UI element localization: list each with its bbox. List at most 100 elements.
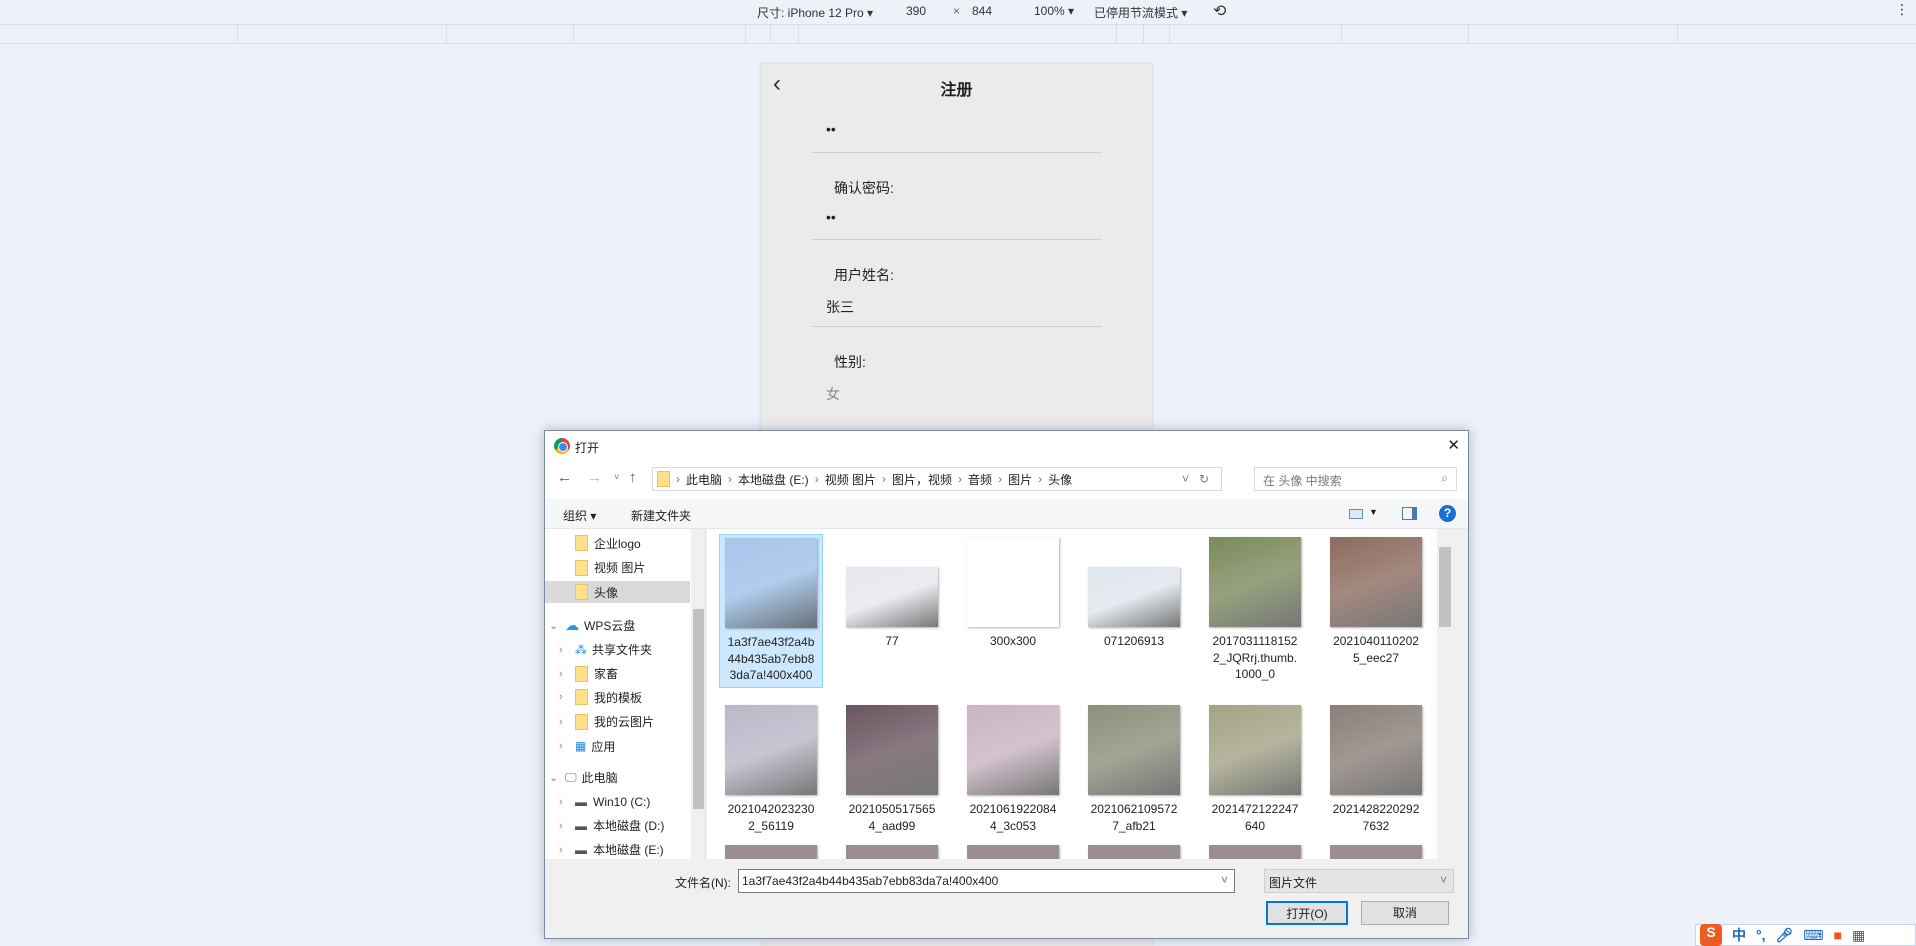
file-item[interactable]: 20170311181522_JQRrj.thumb.1000_0	[1203, 534, 1307, 686]
microphone-icon[interactable]: 🎤︎	[1776, 927, 1794, 944]
width-input[interactable]: 390	[906, 4, 926, 18]
ime-mode[interactable]: 中	[1732, 925, 1746, 945]
scroll-thumb[interactable]	[1439, 547, 1451, 627]
chevron-right-icon[interactable]: ›	[559, 740, 563, 752]
scroll-thumb[interactable]	[693, 609, 704, 809]
file-item[interactable]: 20210401102025_eec27	[1324, 534, 1428, 669]
chevron-right-icon[interactable]: ›	[559, 844, 563, 856]
image-thumbnail	[846, 705, 938, 795]
close-button[interactable]: ✕	[1447, 436, 1460, 454]
view-options-icon[interactable]	[1349, 509, 1363, 519]
ime-punct[interactable]: °,	[1756, 927, 1766, 943]
height-input[interactable]: 844	[972, 4, 992, 18]
nav-item[interactable]: 企业logo	[545, 532, 690, 554]
chevron-right-icon[interactable]: ›	[559, 691, 563, 703]
file-item[interactable]: 071206913	[1082, 534, 1186, 653]
image-thumbnail	[846, 567, 938, 627]
more-icon[interactable]: ⋮	[1895, 1, 1909, 18]
file-item[interactable]: 20210621095727_afb21	[1082, 702, 1186, 837]
password-input[interactable]: ••	[826, 121, 836, 137]
file-grid-scrollbar[interactable]	[1437, 529, 1453, 859]
file-item[interactable]: 1a3f7ae43f2a4b44b435ab7ebb83da7a!400x400	[719, 534, 823, 688]
chevron-right-icon[interactable]: ›	[559, 668, 563, 680]
nav-item[interactable]: › 家畜	[545, 663, 690, 685]
nav-item[interactable]: ⌄ 🖵︎ 此电脑	[545, 767, 690, 789]
view-dropdown-icon[interactable]: ▼	[1369, 507, 1378, 517]
image-thumbnail	[725, 538, 817, 628]
image-thumbnail[interactable]	[846, 845, 938, 859]
file-item[interactable]: 20214282202927632	[1324, 702, 1428, 837]
confirm-password-input[interactable]: ••	[826, 209, 836, 225]
search-input[interactable]: 在 头像 中搜索 ⌕	[1254, 467, 1457, 491]
image-thumbnail[interactable]	[1088, 845, 1180, 859]
image-thumbnail[interactable]	[1209, 845, 1301, 859]
nav-scrollbar[interactable]	[691, 529, 705, 859]
preview-pane-icon[interactable]	[1402, 507, 1417, 520]
toolbox-icon[interactable]: ▦	[1852, 927, 1865, 944]
nav-item[interactable]: › 我的云图片	[545, 711, 690, 733]
nav-item[interactable]: ⌄ ☁ WPS云盘	[545, 614, 690, 636]
image-thumbnail[interactable]	[1330, 845, 1422, 859]
open-button[interactable]: 打开(O)	[1266, 901, 1348, 925]
filename-input[interactable]: 1a3f7ae43f2a4b44b435ab7ebb83da7a!400x400…	[738, 869, 1235, 893]
file-name: 20210619220844_3c053	[969, 802, 1057, 833]
chevron-down-icon[interactable]: ˅	[1221, 873, 1228, 887]
nav-item[interactable]: › ▬ Win10 (C:)	[545, 791, 690, 813]
nav-item[interactable]: › ▬ 本地磁盘 (E:)	[545, 839, 690, 859]
breadcrumb-item[interactable]: 视频 图片	[825, 471, 876, 488]
name-input[interactable]: 张三	[826, 297, 854, 317]
nav-item[interactable]: 视频 图片	[545, 557, 690, 579]
recent-dropdown-icon[interactable]: ˅	[614, 472, 619, 482]
cancel-button[interactable]: 取消	[1361, 901, 1449, 925]
device-select[interactable]: 尺寸: iPhone 12 Pro ▾	[757, 4, 873, 21]
image-thumbnail	[725, 705, 817, 795]
back-arrow-icon[interactable]: ←	[557, 469, 572, 486]
address-bar[interactable]: › 此电脑 › 本地磁盘 (E:) › 视频 图片 › 图片，视频 › 音频 › 图片 › …	[652, 467, 1222, 491]
image-thumbnail[interactable]	[967, 845, 1059, 859]
new-folder-button[interactable]: 新建文件夹	[631, 507, 691, 524]
up-arrow-icon[interactable]: ↑	[629, 469, 637, 486]
file-name: 20170311181522_JQRrj.thumb.1000_0	[1212, 634, 1298, 681]
skin-icon[interactable]: ■	[1834, 927, 1842, 943]
file-grid: 1a3f7ae43f2a4b44b435ab7ebb83da7a!400x400…	[707, 529, 1453, 859]
breadcrumb-item[interactable]: 本地磁盘 (E:)	[738, 471, 809, 488]
nav-item[interactable]: › ⁂ 共享文件夹	[545, 639, 690, 661]
file-item[interactable]: 20210420232302_56119	[719, 702, 823, 837]
file-item[interactable]: 300x300	[961, 534, 1065, 653]
nav-item[interactable]: › ▬ 本地磁盘 (D:)	[545, 815, 690, 837]
chevron-down-icon[interactable]: ⌄	[549, 771, 558, 784]
nav-item[interactable]: › ▦ 应用	[545, 735, 690, 757]
nav-item-label: 我的云图片	[594, 715, 655, 730]
image-thumbnail[interactable]	[725, 845, 817, 859]
breadcrumb-item[interactable]: 此电脑	[686, 471, 722, 488]
chevron-right-icon[interactable]: ›	[559, 820, 563, 832]
file-item[interactable]: 20210505175654_aad99	[840, 702, 944, 837]
chevron-right-icon[interactable]: ›	[559, 644, 563, 656]
refresh-icon[interactable]: ↻	[1199, 472, 1209, 486]
address-dropdown-icon[interactable]: ˅	[1182, 472, 1189, 486]
forward-arrow-icon[interactable]: →	[587, 469, 602, 486]
organize-button[interactable]: 组织 ▾	[563, 507, 596, 524]
gender-input[interactable]: 女	[826, 384, 840, 404]
nav-item[interactable]: › 我的模板	[545, 686, 690, 708]
breadcrumb-item[interactable]: 图片，视频	[892, 471, 952, 488]
rotate-icon[interactable]: ⟲	[1213, 1, 1226, 21]
file-item[interactable]: 77	[840, 534, 944, 653]
breadcrumb-item[interactable]: 头像	[1048, 471, 1072, 488]
help-icon[interactable]: ?	[1439, 505, 1456, 522]
sogou-logo-icon[interactable]: S	[1700, 924, 1722, 946]
chevron-right-icon[interactable]: ›	[559, 716, 563, 728]
file-item[interactable]: 2021472122247640	[1203, 702, 1307, 837]
zoom-select[interactable]: 100% ▾	[1034, 4, 1074, 18]
keyboard-icon[interactable]: ⌨	[1803, 927, 1823, 944]
nav-item[interactable]: 头像	[545, 581, 690, 604]
chevron-down-icon[interactable]: ⌄	[549, 619, 558, 632]
apps-icon: ▦	[575, 739, 587, 754]
throttle-select[interactable]: 已停用节流模式 ▾	[1094, 4, 1187, 21]
breadcrumb-item[interactable]: 音频	[968, 471, 992, 488]
file-item[interactable]: 20210619220844_3c053	[961, 702, 1065, 837]
breadcrumb-item[interactable]: 图片	[1008, 471, 1032, 488]
times-sign: ×	[953, 4, 961, 18]
chevron-right-icon[interactable]: ›	[559, 796, 563, 808]
filetype-select[interactable]: 图片文件 ˅	[1264, 869, 1454, 893]
